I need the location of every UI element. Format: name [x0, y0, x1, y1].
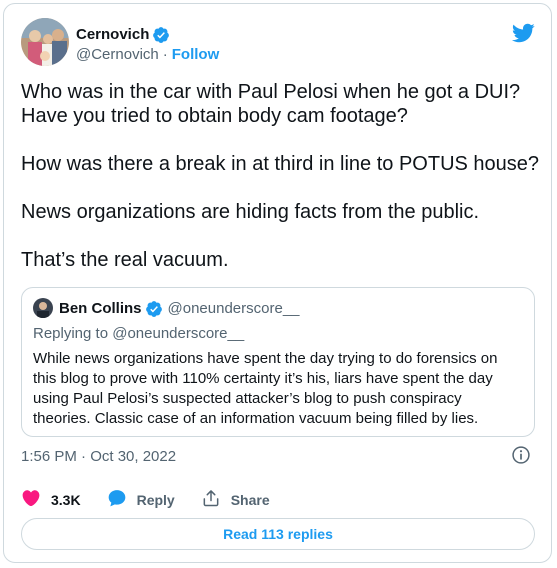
tweet-timestamp[interactable]: 1:56 PM · Oct 30, 2022 — [21, 448, 176, 466]
tweet-paragraph: How was there a break in at third in lin… — [21, 153, 540, 175]
verified-badge-icon — [145, 300, 163, 318]
reply-label: Reply — [136, 491, 175, 508]
quoted-tweet-text: While news organizations have spent the … — [33, 350, 498, 427]
tweet-paragraph: That’s the real vacuum. — [21, 249, 229, 271]
like-button[interactable]: 3.3K — [21, 488, 81, 511]
share-button[interactable]: Share — [201, 488, 270, 511]
author-avatar[interactable] — [21, 18, 69, 66]
share-label: Share — [230, 491, 270, 508]
author-handle[interactable]: @Cernovich — [76, 46, 159, 64]
reply-bubble-icon — [107, 488, 137, 511]
info-icon[interactable] — [511, 445, 531, 470]
quoted-author-name[interactable]: Ben Collins — [59, 300, 142, 318]
quoted-tweet[interactable]: Ben Collins @oneunderscore__ Replying to… — [21, 287, 535, 437]
quoted-name-row: Ben Collins @oneunderscore__ — [59, 300, 300, 318]
replying-prefix: Replying to — [33, 325, 113, 342]
likes-count: 3.3K — [51, 491, 81, 508]
tweet-paragraph: Who was in the car with Paul Pelosi when… — [21, 81, 521, 127]
tweet-body: Who was in the car with Paul Pelosi when… — [21, 80, 541, 272]
share-icon — [201, 488, 231, 511]
quoted-author-avatar[interactable] — [33, 298, 53, 318]
author-name[interactable]: Cernovich — [76, 26, 149, 44]
reply-button[interactable]: Reply — [107, 488, 175, 511]
verified-badge-icon — [152, 26, 170, 44]
author-handle-row: @Cernovich · Follow — [76, 46, 219, 64]
separator-dot: · — [162, 46, 168, 63]
twitter-bird-icon[interactable] — [511, 21, 535, 50]
replying-to: Replying to @oneunderscore__ — [33, 325, 244, 343]
action-bar: 3.3K Reply Share — [21, 488, 296, 511]
author-name-row: Cernovich — [76, 26, 170, 44]
tweet-paragraph: News organizations are hiding facts from… — [21, 201, 480, 223]
follow-button[interactable]: Follow — [172, 46, 220, 64]
heart-icon — [21, 488, 51, 511]
read-replies-button[interactable]: Read 113 replies — [21, 518, 535, 550]
tweet-card: Cernovich @Cernovich · Follow Who was in… — [3, 3, 552, 563]
quoted-author-handle[interactable]: @oneunderscore__ — [168, 300, 300, 318]
replying-handle[interactable]: @oneunderscore__ — [112, 325, 244, 342]
